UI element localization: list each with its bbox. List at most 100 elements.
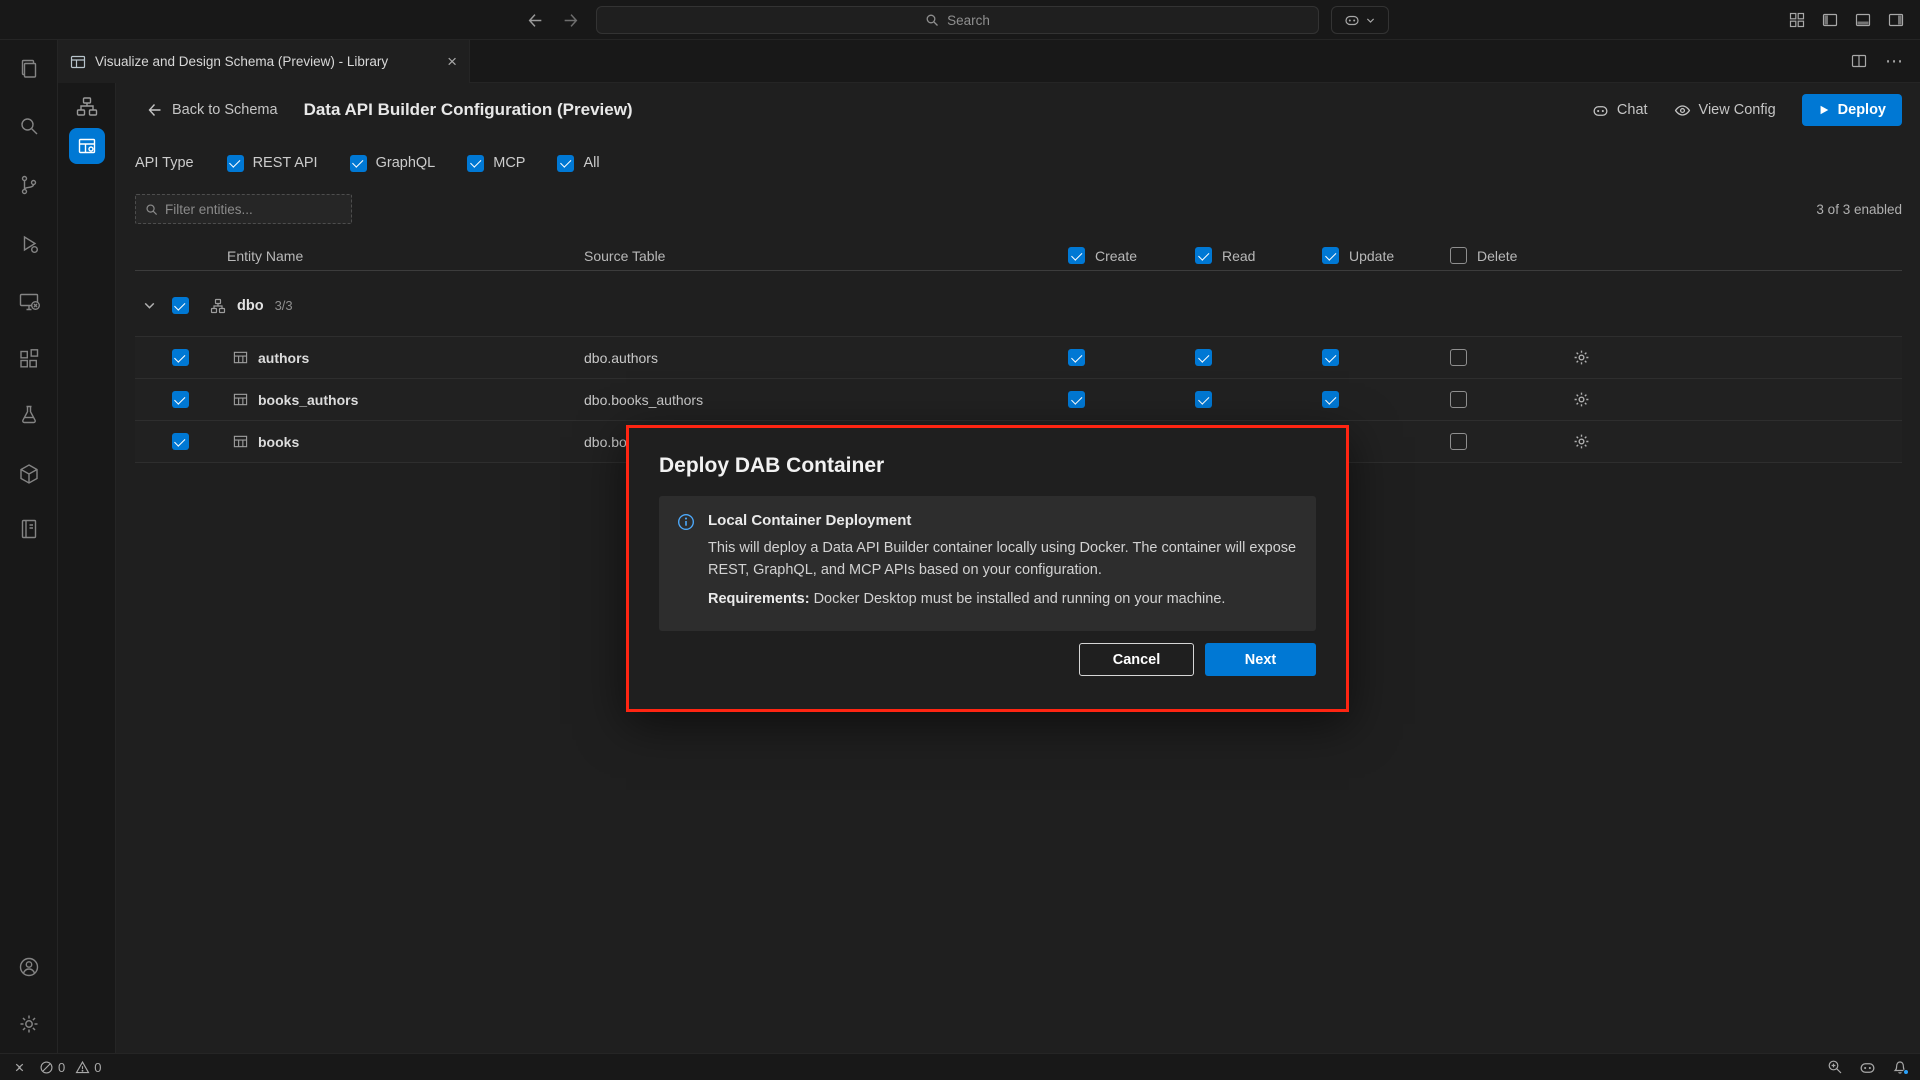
notifications-bell-icon[interactable] bbox=[1892, 1059, 1908, 1075]
info-body: This will deploy a Data API Builder cont… bbox=[708, 537, 1298, 581]
view-config-button[interactable]: View Config bbox=[1674, 102, 1776, 119]
notification-dot bbox=[1903, 1069, 1909, 1075]
row-checkbox[interactable] bbox=[172, 433, 189, 450]
api-option-rest[interactable]: REST API bbox=[227, 155, 318, 172]
zoom-status-icon[interactable] bbox=[1827, 1059, 1843, 1075]
source-control-icon[interactable] bbox=[0, 165, 57, 205]
toggle-sidebar-right-icon[interactable] bbox=[1888, 12, 1904, 28]
create-all-checkbox[interactable] bbox=[1068, 247, 1085, 264]
create-checkbox[interactable] bbox=[1068, 391, 1085, 408]
copilot-icon bbox=[1344, 12, 1360, 28]
api-type-label: API Type bbox=[135, 155, 194, 171]
testing-beaker-icon[interactable] bbox=[0, 395, 57, 435]
dab-config-view-button[interactable] bbox=[69, 128, 105, 164]
info-icon bbox=[677, 512, 695, 615]
update-checkbox[interactable] bbox=[1322, 349, 1339, 366]
filter-entities-field[interactable] bbox=[135, 194, 352, 224]
source-table: dbo.authors bbox=[584, 350, 1068, 366]
info-box: Local Container Deployment This will dep… bbox=[659, 496, 1316, 631]
remote-indicator-icon[interactable] bbox=[12, 1060, 27, 1075]
deploy-button[interactable]: Deploy bbox=[1802, 94, 1902, 126]
titlebar: Search bbox=[0, 0, 1920, 40]
extensions-icon[interactable] bbox=[0, 339, 57, 379]
info-heading: Local Container Deployment bbox=[708, 512, 1298, 529]
read-all-checkbox[interactable] bbox=[1195, 247, 1212, 264]
back-label: Back to Schema bbox=[172, 102, 278, 118]
error-count: 0 bbox=[58, 1060, 65, 1075]
table-row-books-authors[interactable]: books_authors dbo.books_authors bbox=[135, 379, 1902, 421]
delete-all-checkbox[interactable] bbox=[1450, 247, 1467, 264]
remote-explorer-icon[interactable] bbox=[0, 282, 57, 322]
filter-search-icon bbox=[145, 203, 158, 216]
copilot-status-icon[interactable] bbox=[1859, 1059, 1876, 1076]
table-row-authors[interactable]: authors dbo.authors bbox=[135, 337, 1902, 379]
api-type-row: API Type REST API GraphQL MCP All bbox=[135, 145, 1902, 181]
read-checkbox[interactable] bbox=[1195, 349, 1212, 366]
entity-name: books_authors bbox=[258, 392, 358, 408]
api-option-graphql[interactable]: GraphQL bbox=[350, 155, 436, 172]
row-settings-gear-icon[interactable] bbox=[1573, 349, 1902, 366]
delete-checkbox[interactable] bbox=[1450, 349, 1467, 366]
view-config-label: View Config bbox=[1699, 102, 1776, 118]
row-settings-gear-icon[interactable] bbox=[1573, 391, 1902, 408]
next-button[interactable]: Next bbox=[1205, 643, 1316, 676]
tab-visualize-schema[interactable]: Visualize and Design Schema (Preview) - … bbox=[58, 40, 470, 83]
play-icon bbox=[1818, 104, 1830, 116]
filter-row: 3 of 3 enabled bbox=[135, 194, 1902, 224]
warning-icon bbox=[75, 1060, 90, 1075]
schema-group-row[interactable]: dbo 3/3 bbox=[135, 287, 1902, 324]
row-settings-gear-icon[interactable] bbox=[1573, 433, 1902, 450]
group-count: 3/3 bbox=[275, 298, 293, 313]
entity-name: books bbox=[258, 434, 299, 450]
back-to-schema-button[interactable]: Back to Schema bbox=[147, 102, 278, 118]
api-option-mcp[interactable]: MCP bbox=[467, 155, 525, 172]
update-checkbox[interactable] bbox=[1322, 391, 1339, 408]
row-checkbox[interactable] bbox=[172, 349, 189, 366]
split-editor-icon[interactable] bbox=[1851, 53, 1867, 69]
requirements-text: Docker Desktop must be installed and run… bbox=[814, 591, 1226, 607]
all-checkbox[interactable] bbox=[557, 155, 574, 172]
delete-checkbox[interactable] bbox=[1450, 391, 1467, 408]
back-arrow-icon[interactable] bbox=[527, 12, 544, 29]
requirements-label: Requirements: bbox=[708, 591, 810, 607]
forward-arrow-icon[interactable] bbox=[562, 12, 579, 29]
search-sidebar-icon[interactable] bbox=[0, 106, 57, 146]
rest-api-checkbox[interactable] bbox=[227, 155, 244, 172]
customize-layout-icon[interactable] bbox=[1789, 12, 1805, 28]
chevron-down-icon[interactable] bbox=[142, 298, 157, 313]
row-checkbox[interactable] bbox=[172, 391, 189, 408]
cancel-button[interactable]: Cancel bbox=[1079, 643, 1194, 676]
package-cube-icon[interactable] bbox=[0, 454, 57, 494]
chevron-down-icon bbox=[1365, 15, 1376, 26]
create-checkbox[interactable] bbox=[1068, 349, 1085, 366]
graphql-checkbox[interactable] bbox=[350, 155, 367, 172]
toggle-panel-icon[interactable] bbox=[1855, 12, 1871, 28]
chat-button[interactable]: Chat bbox=[1592, 102, 1648, 119]
notebook-icon[interactable] bbox=[0, 509, 57, 549]
account-icon[interactable] bbox=[0, 947, 57, 987]
table-icon bbox=[233, 350, 248, 365]
api-option-all[interactable]: All bbox=[557, 155, 599, 172]
schema-view-icon[interactable] bbox=[75, 95, 99, 119]
dbo-group-checkbox[interactable] bbox=[172, 297, 189, 314]
toggle-sidebar-left-icon[interactable] bbox=[1822, 12, 1838, 28]
delete-checkbox[interactable] bbox=[1450, 433, 1467, 450]
command-center-search[interactable]: Search bbox=[596, 6, 1319, 34]
run-debug-icon[interactable] bbox=[0, 224, 57, 264]
column-entity-name: Entity Name bbox=[135, 248, 584, 264]
eye-icon bbox=[1674, 102, 1691, 119]
update-all-checkbox[interactable] bbox=[1322, 247, 1339, 264]
search-label: Search bbox=[947, 13, 990, 28]
copilot-dropdown[interactable] bbox=[1331, 6, 1389, 34]
settings-gear-icon[interactable] bbox=[0, 1004, 57, 1044]
explorer-icon[interactable] bbox=[0, 49, 57, 89]
search-icon bbox=[925, 13, 939, 27]
filter-entities-input[interactable] bbox=[165, 202, 335, 217]
problems-indicator[interactable]: 0 0 bbox=[39, 1060, 101, 1075]
read-checkbox[interactable] bbox=[1195, 391, 1212, 408]
requirements-line: Requirements: Docker Desktop must be ins… bbox=[708, 591, 1298, 607]
close-icon[interactable]: × bbox=[447, 53, 457, 70]
more-actions-icon[interactable]: ⋯ bbox=[1885, 51, 1904, 72]
column-source-table: Source Table bbox=[584, 248, 1068, 264]
mcp-checkbox[interactable] bbox=[467, 155, 484, 172]
